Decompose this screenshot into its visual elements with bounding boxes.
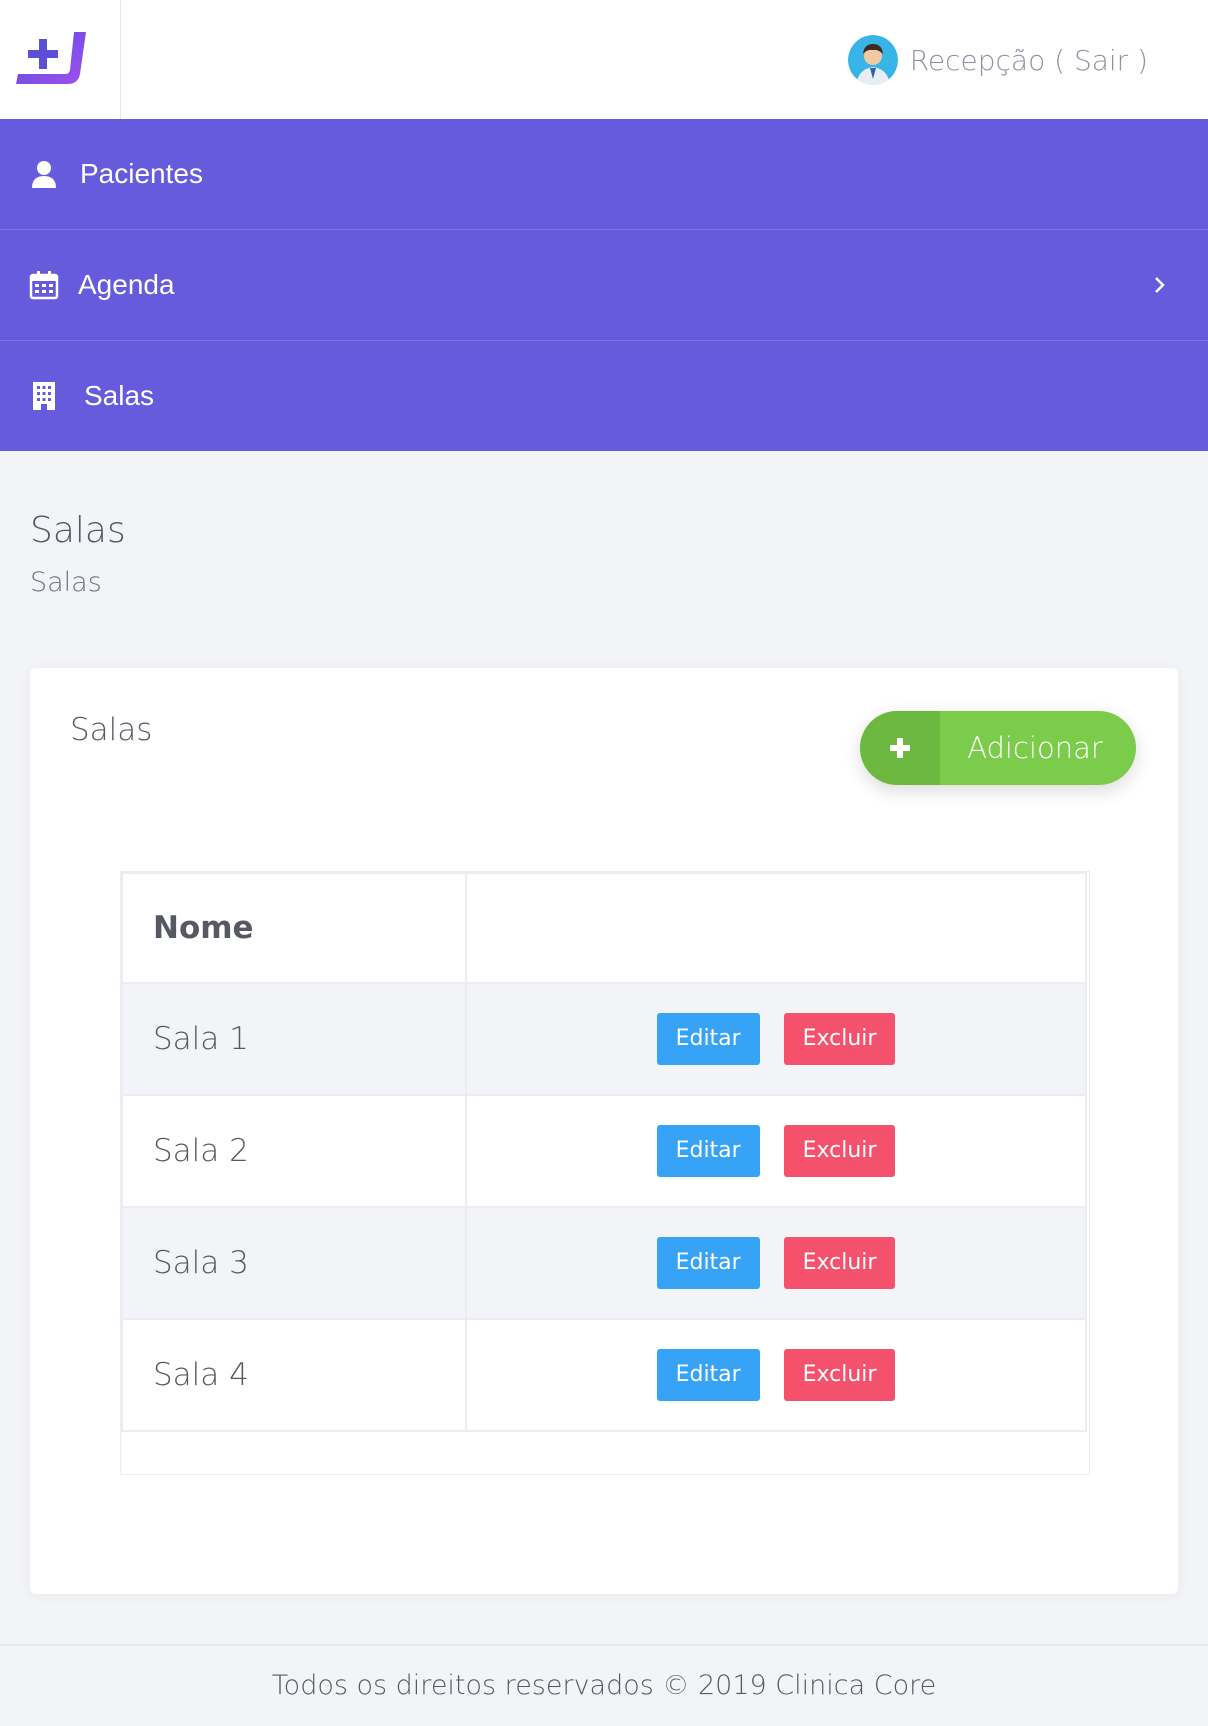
menu-label-pacientes: Pacientes xyxy=(80,158,203,189)
user-icon xyxy=(28,158,60,190)
edit-button[interactable]: Editar xyxy=(656,1013,760,1065)
room-name: Sala 3 xyxy=(121,1206,467,1320)
menu-item-pacientes[interactable]: Pacientes xyxy=(0,119,1208,230)
table-row: Sala 2 Editar Excluir xyxy=(121,1094,1087,1208)
menu-label-agenda: Agenda xyxy=(78,269,175,300)
salas-table: Nome Sala 1 Editar Excluir Sala 2 Editar xyxy=(121,872,1087,1432)
table-row: Sala 1 Editar Excluir xyxy=(121,982,1087,1096)
row-actions: Editar Excluir xyxy=(465,1206,1087,1320)
breadcrumb: Salas xyxy=(30,567,102,598)
footer: Todos os direitos reservados © 2019 Clin… xyxy=(0,1644,1208,1726)
delete-button[interactable]: Excluir xyxy=(783,1237,896,1289)
user-menu[interactable]: Recepção ( Sair ) xyxy=(847,34,1148,86)
footer-copyright: Todos os direitos reservados © 2019 Clin… xyxy=(271,1670,937,1701)
column-header-nome: Nome xyxy=(121,872,467,984)
add-button[interactable]: Adicionar xyxy=(860,711,1136,785)
row-actions: Editar Excluir xyxy=(465,1318,1087,1432)
menu-label-salas: Salas xyxy=(84,380,155,411)
table-row: Sala 3 Editar Excluir xyxy=(121,1206,1087,1320)
menu-item-agenda[interactable]: Agenda xyxy=(0,230,1208,341)
page-title: Salas xyxy=(30,510,126,551)
delete-button[interactable]: Excluir xyxy=(783,1349,896,1401)
main-menu: Pacientes Agenda Salas xyxy=(0,119,1208,451)
edit-button[interactable]: Editar xyxy=(656,1125,760,1177)
top-header: Recepção ( Sair ) xyxy=(0,0,1208,119)
salas-card: Salas Adicionar Nome Sala 1 Editar Exclu… xyxy=(30,668,1178,1594)
row-actions: Editar Excluir xyxy=(465,982,1087,1096)
edit-button[interactable]: Editar xyxy=(656,1237,760,1289)
building-icon xyxy=(28,380,60,412)
add-button-label: Adicionar xyxy=(967,731,1103,765)
salas-table-container: Nome Sala 1 Editar Excluir Sala 2 Editar xyxy=(120,871,1090,1475)
room-name: Sala 2 xyxy=(121,1094,467,1208)
delete-button[interactable]: Excluir xyxy=(783,1125,896,1177)
table-row: Sala 4 Editar Excluir xyxy=(121,1318,1087,1432)
delete-button[interactable]: Excluir xyxy=(783,1013,896,1065)
chevron-right-icon xyxy=(1150,275,1170,295)
card-title: Salas xyxy=(70,712,153,748)
row-actions: Editar Excluir xyxy=(465,1094,1087,1208)
menu-item-salas[interactable]: Salas xyxy=(0,341,1208,451)
column-header-actions xyxy=(465,872,1087,984)
calendar-icon xyxy=(28,269,60,301)
user-logout-link[interactable]: Recepção ( Sair ) xyxy=(910,44,1148,77)
edit-button[interactable]: Editar xyxy=(656,1349,760,1401)
room-name: Sala 4 xyxy=(121,1318,467,1432)
avatar xyxy=(847,35,898,85)
room-name: Sala 1 xyxy=(121,982,467,1096)
logo-container[interactable] xyxy=(0,0,121,119)
plus-icon xyxy=(860,711,940,785)
logo-icon xyxy=(16,32,86,84)
